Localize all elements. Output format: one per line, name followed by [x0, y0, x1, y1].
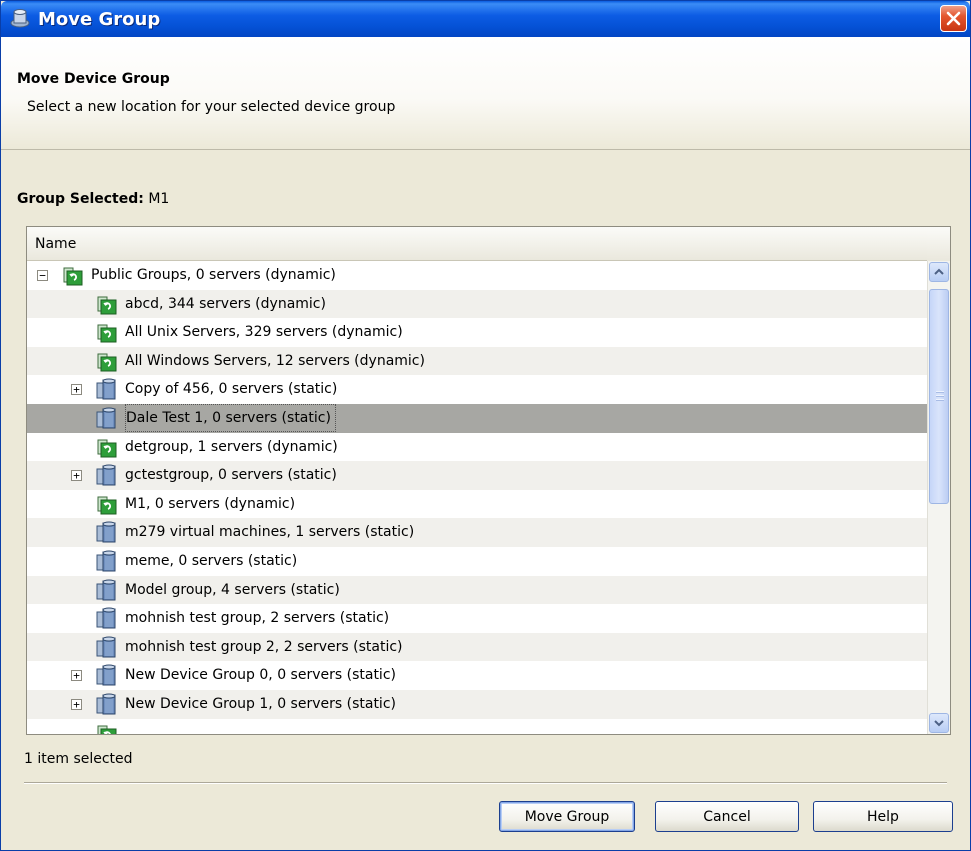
tree-rows: − Public Groups, 0 servers (dynamic) abcd,…: [27, 261, 928, 735]
tree-row-label: Model group, 4 servers (static): [125, 581, 340, 598]
tree-row-label: Copy of 456, 0 servers (static): [125, 381, 338, 398]
tree-row[interactable]: abcd, 344 servers (dynamic): [27, 289, 928, 319]
tree-row-label: [125, 719, 129, 735]
dynamic-group-icon: [95, 722, 119, 734]
scroll-up-button[interactable]: [929, 262, 949, 282]
static-group-icon: [95, 521, 119, 545]
tree-row-label: gctestgroup, 0 servers (static): [125, 467, 337, 484]
help-button[interactable]: Help: [813, 801, 953, 832]
title-bar[interactable]: Move Group: [1, 1, 970, 37]
tree-row-label: m279 virtual machines, 1 servers (static…: [125, 524, 415, 541]
cancel-button[interactable]: Cancel: [655, 801, 799, 832]
scroll-thumb[interactable]: [929, 289, 949, 504]
tree-row-label: All Unix Servers, 329 servers (dynamic): [125, 324, 403, 341]
tree-row[interactable]: M1, 0 servers (dynamic): [27, 490, 928, 519]
tree-row[interactable]: m279 virtual machines, 1 servers (static…: [27, 518, 928, 547]
static-group-icon: [95, 378, 119, 402]
dynamic-group-icon: [95, 321, 119, 345]
expand-toggle[interactable]: +: [71, 384, 82, 396]
tree-row[interactable]: − Public Groups, 0 servers (dynamic): [27, 261, 928, 290]
vertical-scrollbar[interactable]: [927, 261, 950, 734]
tree-row[interactable]: Model group, 4 servers (static): [27, 575, 928, 605]
static-group-icon: [95, 636, 119, 660]
tree-row[interactable]: All Unix Servers, 329 servers (dynamic): [27, 318, 928, 347]
dialog-header: Move Device Group Select a new location …: [1, 37, 970, 150]
move-group-button[interactable]: Move Group: [499, 801, 635, 832]
tree-row-label: Public Groups, 0 servers (dynamic): [91, 267, 336, 283]
header-title: Move Device Group: [17, 71, 170, 87]
tree-row[interactable]: mohnish test group 2, 2 servers (static): [27, 632, 928, 662]
static-group-icon: [95, 664, 119, 688]
divider: [24, 782, 947, 784]
server-group-icon: [10, 9, 30, 28]
status-text: 1 item selected: [24, 751, 133, 767]
dynamic-group-icon: [95, 493, 119, 517]
header-subtitle: Select a new location for your selected …: [27, 99, 396, 115]
dynamic-group-icon: [95, 350, 119, 374]
static-group-icon: [95, 550, 119, 574]
group-selected: Group Selected: M1: [17, 191, 169, 207]
expand-toggle[interactable]: +: [71, 670, 82, 682]
tree-row[interactable]: + New Device Group 0, 0 servers (static): [27, 661, 928, 690]
tree-row[interactable]: + New Device Group 1, 0 servers (static): [27, 689, 928, 719]
tree-row-label: New Device Group 0, 0 servers (static): [125, 667, 396, 684]
tree-row-label: abcd, 344 servers (dynamic): [125, 295, 326, 312]
tree-row[interactable]: detgroup, 1 servers (dynamic): [27, 433, 928, 462]
dynamic-group-icon: [61, 264, 85, 288]
window-title: Move Group: [38, 8, 161, 30]
tree-row[interactable]: meme, 0 servers (static): [27, 547, 928, 576]
static-group-icon: [95, 464, 119, 488]
expand-toggle[interactable]: +: [71, 470, 82, 482]
static-group-icon: [95, 607, 119, 631]
tree-row[interactable]: mohnish test group, 2 servers (static): [27, 604, 928, 633]
group-selected-label: Group Selected:: [17, 191, 144, 207]
scroll-grip: [936, 391, 944, 403]
move-group-dialog: Move Group Move Device Group Select a ne…: [0, 0, 971, 851]
chevron-up-icon: [934, 268, 944, 275]
tree-row-label: Dale Test 1, 0 servers (static): [125, 403, 336, 432]
tree-row[interactable]: Dale Test 1, 0 servers (static): [27, 403, 928, 433]
static-group-icon: [95, 693, 119, 717]
tree-row-label: meme, 0 servers (static): [125, 552, 298, 569]
group-tree-table: Name − Public Groups, 0 servers (dynamic)…: [26, 226, 951, 735]
tree-row[interactable]: All Windows Servers, 12 servers (dynamic…: [27, 346, 928, 376]
close-button[interactable]: [940, 5, 967, 32]
tree-row-label: mohnish test group 2, 2 servers (static): [125, 638, 403, 655]
tree-row-label: All Windows Servers, 12 servers (dynamic…: [125, 352, 425, 369]
collapse-toggle[interactable]: −: [37, 270, 48, 281]
column-header-name[interactable]: Name: [27, 227, 928, 261]
group-selected-value: M1: [148, 191, 170, 207]
tree-row[interactable]: + gctestgroup, 0 servers (static): [27, 461, 928, 490]
tree-row-label: New Device Group 1, 0 servers (static): [125, 695, 396, 712]
tree-row-label: mohnish test group, 2 servers (static): [125, 610, 390, 627]
dynamic-group-icon: [95, 436, 119, 460]
close-icon: [946, 11, 961, 26]
expand-toggle[interactable]: +: [71, 698, 82, 710]
tree-row-label: detgroup, 1 servers (dynamic): [125, 438, 338, 455]
static-group-icon: [95, 579, 119, 603]
chevron-down-icon: [934, 720, 944, 727]
static-group-icon: [95, 407, 119, 431]
tree-row[interactable]: [27, 719, 928, 735]
header-corner: [927, 227, 950, 262]
tree-row[interactable]: + Copy of 456, 0 servers (static): [27, 375, 928, 404]
dynamic-group-icon: [95, 293, 119, 317]
tree-row-label: M1, 0 servers (dynamic): [125, 495, 296, 512]
scroll-down-button[interactable]: [929, 713, 949, 733]
